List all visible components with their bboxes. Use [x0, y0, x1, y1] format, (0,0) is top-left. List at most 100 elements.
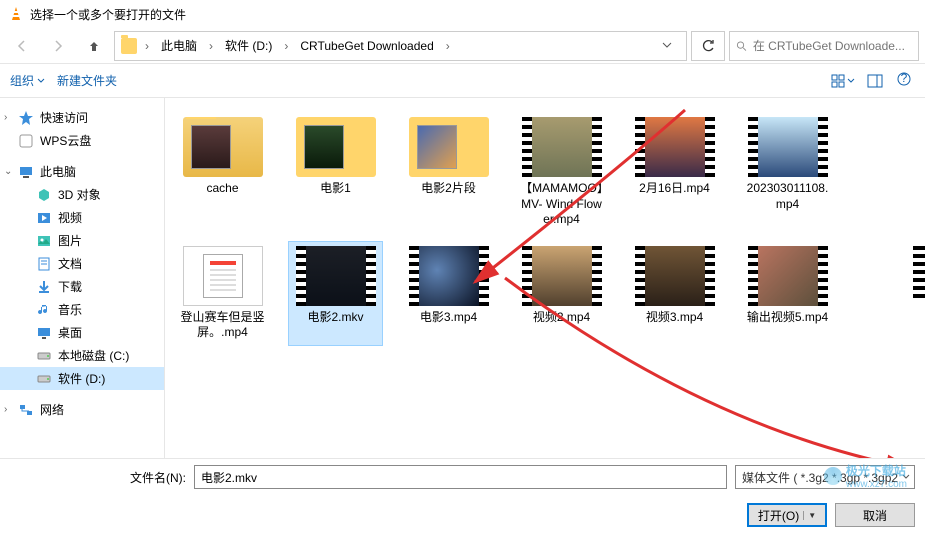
clipped-thumbnail: [913, 246, 925, 302]
breadcrumb-item[interactable]: CRTubeGet Downloaded: [296, 37, 437, 55]
dl-icon: [36, 279, 52, 295]
wps-icon: [18, 133, 34, 149]
sidebar-item-label: 视频: [58, 209, 82, 226]
file-label: 电影2.mkv: [307, 310, 363, 326]
file-item[interactable]: 视频3.mp4: [627, 241, 722, 346]
file-item[interactable]: 【MAMAMOO】MV- Wind Flower.mp4: [514, 112, 609, 233]
nav-back-button: [6, 32, 38, 60]
sidebar-item[interactable]: 3D 对象: [0, 183, 164, 206]
open-button[interactable]: 打开(O)▼: [747, 503, 827, 527]
sidebar-item[interactable]: 软件 (D:): [0, 367, 164, 390]
sidebar-item-label: 快速访问: [40, 109, 88, 126]
file-item[interactable]: 电影2.mkv: [288, 241, 383, 346]
file-label: 电影2片段: [421, 181, 476, 197]
sidebar-item[interactable]: WPS云盘: [0, 129, 164, 152]
3d-icon: [36, 187, 52, 203]
file-label: 【MAMAMOO】MV- Wind Flower.mp4: [519, 181, 604, 228]
chevron-down-icon: [847, 77, 855, 85]
file-list: cache 电影1 电影2片段 【MAMAMOO】MV- Wind Flower.mp…: [165, 98, 925, 458]
sidebar-item[interactable]: 视频: [0, 206, 164, 229]
star-icon: [18, 110, 34, 126]
disk-icon: [36, 371, 52, 387]
view-mode-button[interactable]: [829, 69, 857, 93]
sidebar-item[interactable]: 桌面: [0, 321, 164, 344]
sidebar: › 快速访问 WPS云盘 ⌄ 此电脑 3D 对象视频图片文档下载音乐桌面本地磁盘 (C:)…: [0, 98, 165, 458]
disk-icon: [36, 348, 52, 364]
file-item[interactable]: 电影3.mp4: [401, 241, 496, 346]
doc-icon: [36, 256, 52, 272]
file-label: 2月16日.mp4: [639, 181, 710, 197]
sidebar-item-label: WPS云盘: [40, 132, 91, 149]
file-item[interactable]: 视频2.mp4: [514, 241, 609, 346]
file-item[interactable]: 电影1: [288, 112, 383, 233]
organize-label: 组织: [10, 72, 34, 89]
chevron-down-icon: [37, 77, 45, 85]
file-label: 视频3.mp4: [646, 310, 703, 326]
search-input[interactable]: [753, 39, 912, 53]
preview-pane-button[interactable]: [861, 69, 889, 93]
file-type-filter[interactable]: 媒体文件 ( *.3g2 *.3gp *.3gp2: [735, 465, 915, 489]
file-label: 登山赛车但是竖屏。.mp4: [180, 310, 265, 341]
filename-input[interactable]: [194, 465, 727, 489]
music-icon: [36, 302, 52, 318]
file-label: 电影3.mp4: [420, 310, 477, 326]
file-item[interactable]: 202303011108.mp4: [740, 112, 835, 233]
sidebar-item[interactable]: 本地磁盘 (C:): [0, 344, 164, 367]
new-folder-button[interactable]: 新建文件夹: [57, 72, 117, 89]
open-dropdown-icon[interactable]: ▼: [803, 511, 816, 520]
nav-up-button[interactable]: [78, 32, 110, 60]
folder-icon: [121, 38, 137, 54]
sidebar-item[interactable]: › 网络: [0, 398, 164, 421]
file-item[interactable]: 登山赛车但是竖屏。.mp4: [175, 241, 270, 346]
chevron-right-icon: ›: [444, 39, 452, 53]
sidebar-item[interactable]: 音乐: [0, 298, 164, 321]
svg-text:?: ?: [901, 72, 908, 85]
sidebar-item-label: 此电脑: [40, 163, 76, 180]
help-button[interactable]: ?: [893, 72, 915, 89]
file-item[interactable]: 2月16日.mp4: [627, 112, 722, 233]
chevron-down-icon: [902, 473, 910, 481]
organize-menu[interactable]: 组织: [10, 72, 45, 89]
chevron-right-icon: ›: [207, 39, 215, 53]
expand-icon[interactable]: ⌄: [4, 166, 12, 177]
file-label: cache: [206, 181, 238, 197]
cancel-button[interactable]: 取消: [835, 503, 915, 527]
file-label: 电影1: [320, 181, 351, 197]
file-item[interactable]: cache: [175, 112, 270, 233]
breadcrumb-item[interactable]: 此电脑: [157, 35, 201, 56]
chevron-right-icon: ›: [282, 39, 290, 53]
expand-icon[interactable]: ›: [4, 404, 7, 415]
address-dropdown-button[interactable]: [654, 39, 680, 53]
sidebar-item-label: 桌面: [58, 324, 82, 341]
file-item[interactable]: 输出视频5.mp4: [740, 241, 835, 346]
search-box[interactable]: [729, 31, 919, 61]
breadcrumb-item[interactable]: 软件 (D:): [221, 35, 276, 56]
filename-label: 文件名(N):: [10, 469, 186, 486]
nav-forward-button: [42, 32, 74, 60]
sidebar-item-label: 音乐: [58, 301, 82, 318]
pc-icon: [18, 164, 34, 180]
sidebar-item-label: 软件 (D:): [58, 370, 105, 387]
file-label: 202303011108.mp4: [745, 181, 830, 212]
sidebar-item-label: 图片: [58, 232, 82, 249]
video-icon: [36, 210, 52, 226]
sidebar-item-label: 网络: [40, 401, 64, 418]
window-title: 选择一个或多个要打开的文件: [30, 6, 186, 23]
sidebar-item[interactable]: 图片: [0, 229, 164, 252]
sidebar-item[interactable]: ⌄ 此电脑: [0, 160, 164, 183]
net-icon: [18, 402, 34, 418]
file-label: 输出视频5.mp4: [747, 310, 828, 326]
desk-icon: [36, 325, 52, 341]
sidebar-item-label: 本地磁盘 (C:): [58, 347, 129, 364]
address-bar[interactable]: › 此电脑 › 软件 (D:) › CRTubeGet Downloaded ›: [114, 31, 687, 61]
sidebar-item[interactable]: 文档: [0, 252, 164, 275]
chevron-right-icon: ›: [143, 39, 151, 53]
sidebar-item[interactable]: › 快速访问: [0, 106, 164, 129]
filter-label: 媒体文件 ( *.3g2 *.3gp *.3gp2: [742, 469, 898, 486]
file-item[interactable]: 电影2片段: [401, 112, 496, 233]
pic-icon: [36, 233, 52, 249]
sidebar-item[interactable]: 下载: [0, 275, 164, 298]
expand-icon[interactable]: ›: [4, 112, 7, 123]
sidebar-item-label: 下载: [58, 278, 82, 295]
refresh-button[interactable]: [691, 31, 725, 61]
